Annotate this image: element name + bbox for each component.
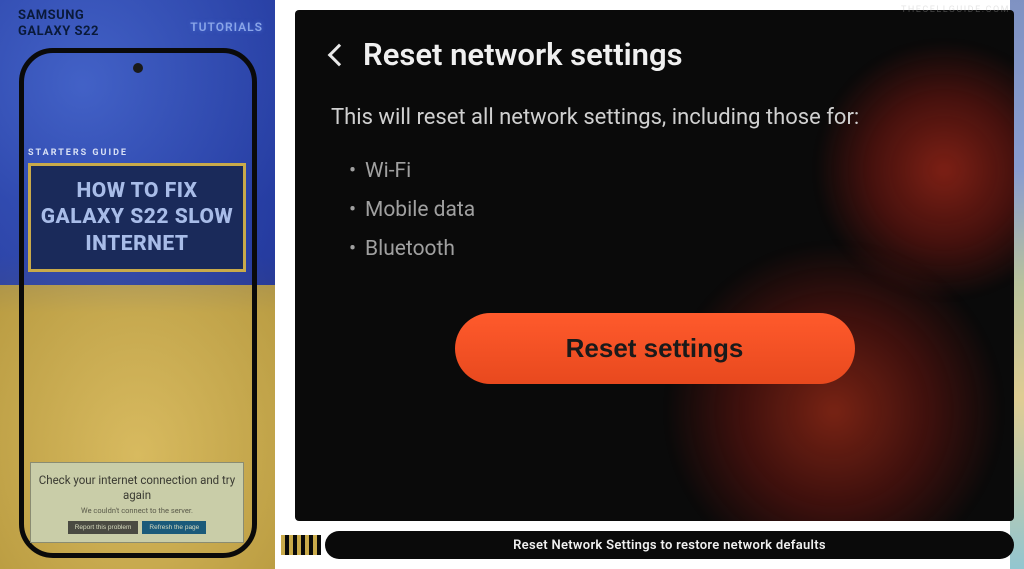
reset-items-list: Wi-Fi Mobile data Bluetooth (331, 152, 978, 269)
starters-guide-label: STARTERS GUIDE (28, 148, 128, 158)
title-card-text: HOW TO FIX GALAXY S22 SLOW INTERNET (39, 178, 235, 257)
phone-camera-dot (133, 63, 143, 73)
brand-line-1: SAMSUNG (18, 8, 84, 23)
list-item: Mobile data (349, 191, 978, 230)
left-promo-panel: SAMSUNG GALAXY S22 TUTORIALS STARTERS GU… (0, 0, 275, 569)
connection-error-card: Check your internet connection and try a… (30, 462, 244, 543)
reset-description: This will reset all network settings, in… (331, 101, 978, 134)
refresh-page-button[interactable]: Refresh the page (142, 521, 206, 534)
list-item: Wi-Fi (349, 152, 978, 191)
error-subtitle: We couldn't connect to the server. (37, 506, 237, 515)
page-title: Reset network settings (363, 36, 683, 73)
caption-text: Reset Network Settings to restore networ… (513, 538, 826, 553)
caption-bar: Reset Network Settings to restore networ… (325, 531, 1014, 559)
back-icon[interactable] (328, 43, 351, 66)
reset-settings-screen: Reset network settings This will reset a… (295, 10, 1014, 521)
page-container: SAMSUNG GALAXY S22 TUTORIALS STARTERS GU… (0, 0, 1024, 569)
tutorials-badge: TUTORIALS (190, 20, 263, 34)
brand-line-2: GALAXY S22 (18, 24, 99, 40)
error-button-row: Report this problem Refresh the page (37, 521, 237, 534)
watermark-text: THECELLGUIDE.COM (901, 5, 1010, 15)
report-problem-button[interactable]: Report this problem (68, 521, 139, 534)
brand-label: SAMSUNG GALAXY S22 (18, 8, 99, 39)
title-card: HOW TO FIX GALAXY S22 SLOW INTERNET (28, 163, 246, 272)
error-title: Check your internet connection and try a… (37, 473, 237, 503)
right-panel: THECELLGUIDE.COM Reset network settings … (275, 0, 1024, 569)
list-item: Bluetooth (349, 230, 978, 269)
reset-settings-button[interactable]: Reset settings (455, 313, 855, 384)
header-row: Reset network settings (331, 36, 978, 73)
